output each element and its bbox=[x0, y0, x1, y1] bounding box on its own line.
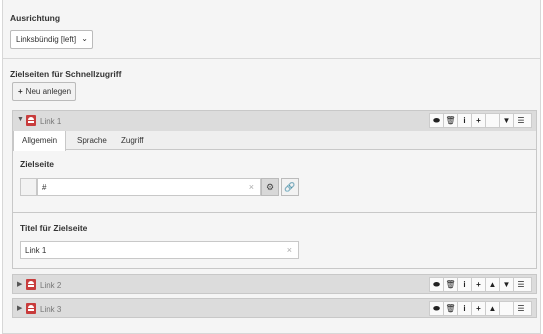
target-input[interactable]: # × bbox=[37, 178, 261, 196]
record-header-1[interactable]: ▼ Link 1 ⬬ 🗑 i + ▼ ☰ bbox=[13, 111, 536, 131]
title-input-value: Link 1 bbox=[25, 246, 47, 255]
drag-handle-icon[interactable]: ☰ bbox=[514, 114, 528, 127]
empty-slot bbox=[486, 114, 500, 127]
plus-icon[interactable]: + bbox=[472, 302, 486, 315]
record-controls-2: ⬬ 🗑 i + ▲ ▼ ☰ bbox=[429, 277, 532, 292]
record-header-3[interactable]: ▶ Link 3 ⬬ 🗑 i + ▲ ☰ bbox=[13, 299, 536, 319]
tab-zugriff[interactable]: Zugriff bbox=[113, 131, 152, 150]
record-tabs: Allgemein Sprache Zugriff bbox=[13, 131, 536, 151]
record-header-2[interactable]: ▶ Link 2 ⬬ 🗑 i + ▲ ▼ ☰ bbox=[13, 275, 536, 295]
trash-icon[interactable]: 🗑 bbox=[444, 114, 458, 127]
record-controls-1: ⬬ 🗑 i + ▼ ☰ bbox=[429, 113, 532, 128]
toggle-icon[interactable]: ⬬ bbox=[430, 278, 444, 291]
trash-icon[interactable]: 🗑 bbox=[444, 278, 458, 291]
arrow-down-icon[interactable]: ▼ bbox=[500, 278, 514, 291]
title-input[interactable]: Link 1 × bbox=[20, 241, 299, 259]
arrow-up-icon[interactable]: ▲ bbox=[486, 302, 500, 315]
record-icon bbox=[26, 279, 36, 290]
arrow-down-icon[interactable]: ▼ bbox=[500, 114, 514, 127]
record-icon bbox=[26, 303, 36, 314]
new-record-button[interactable]: + Neu anlegen bbox=[12, 82, 76, 101]
record-title-2: Link 2 bbox=[40, 281, 62, 290]
record-icon bbox=[26, 115, 36, 126]
link-icon[interactable]: 🔗 bbox=[281, 178, 299, 196]
target-label: Zielseite bbox=[20, 159, 55, 169]
alignment-section: Ausrichtung Linksbündig [left] ⌄ bbox=[3, 0, 540, 59]
target-prefix-box bbox=[20, 178, 37, 196]
clear-icon[interactable]: × bbox=[287, 245, 292, 255]
record-title-1: Link 1 bbox=[40, 117, 62, 126]
inline-record-2: ▶ Link 2 ⬬ 🗑 i + ▲ ▼ ☰ bbox=[12, 274, 537, 294]
toggle-icon[interactable]: ⬬ bbox=[430, 114, 444, 127]
arrow-up-icon[interactable]: ▲ bbox=[486, 278, 500, 291]
target-section: Zielseite # × ⚙ 🔗 bbox=[13, 150, 536, 213]
target-input-value: # bbox=[42, 183, 47, 192]
chevron-down-icon: ⌄ bbox=[81, 34, 88, 43]
form-container: Ausrichtung Linksbündig [left] ⌄ Zielsei… bbox=[2, 0, 541, 334]
title-label: Titel für Zielseite bbox=[20, 223, 88, 233]
record-controls-3: ⬬ 🗑 i + ▲ ☰ bbox=[429, 301, 532, 316]
info-icon[interactable]: i bbox=[458, 114, 472, 127]
link-browser-icon[interactable]: ⚙ bbox=[261, 178, 279, 196]
alignment-select-value: Linksbündig [left] bbox=[16, 35, 77, 44]
title-section: Titel für Zielseite Link 1 × bbox=[13, 213, 536, 269]
plus-icon[interactable]: + bbox=[472, 278, 486, 291]
new-record-label: Neu anlegen bbox=[25, 87, 72, 96]
targets-label: Zielseiten für Schnellzugriff bbox=[10, 69, 122, 79]
tab-allgemein[interactable]: Allgemein bbox=[13, 131, 67, 151]
plus-icon: + bbox=[18, 87, 23, 96]
alignment-label: Ausrichtung bbox=[10, 13, 61, 23]
info-icon[interactable]: i bbox=[458, 302, 472, 315]
plus-icon[interactable]: + bbox=[472, 114, 486, 127]
triangle-right-icon[interactable]: ▶ bbox=[17, 304, 22, 312]
empty-slot bbox=[500, 302, 514, 315]
inline-record-1: ▼ Link 1 ⬬ 🗑 i + ▼ ☰ Allgemein Sprache Zugrif… bbox=[12, 110, 537, 269]
inline-record-3: ▶ Link 3 ⬬ 🗑 i + ▲ ☰ bbox=[12, 298, 537, 318]
triangle-right-icon[interactable]: ▶ bbox=[17, 280, 22, 288]
toggle-icon[interactable]: ⬬ bbox=[430, 302, 444, 315]
tab-sprache[interactable]: Sprache bbox=[69, 131, 115, 150]
drag-handle-icon[interactable]: ☰ bbox=[514, 278, 528, 291]
trash-icon[interactable]: 🗑 bbox=[444, 302, 458, 315]
triangle-down-icon[interactable]: ▼ bbox=[17, 116, 24, 123]
record-title-3: Link 3 bbox=[40, 305, 62, 314]
info-icon[interactable]: i bbox=[458, 278, 472, 291]
clear-icon[interactable]: × bbox=[249, 182, 254, 192]
drag-handle-icon[interactable]: ☰ bbox=[514, 302, 528, 315]
alignment-select[interactable]: Linksbündig [left] ⌄ bbox=[10, 30, 93, 49]
